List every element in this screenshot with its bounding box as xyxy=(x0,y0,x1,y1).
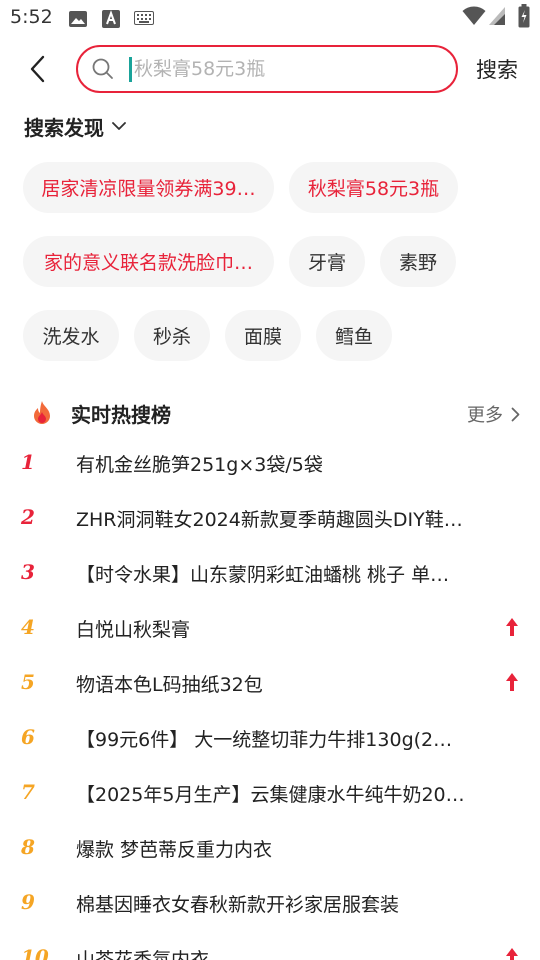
status-time: 5:52 xyxy=(10,6,53,28)
discover-chip[interactable]: 家的意义联名款洗脸巾… xyxy=(23,236,274,287)
discover-chip[interactable]: 面膜 xyxy=(225,310,301,361)
more-link[interactable]: 更多 xyxy=(467,401,520,427)
hot-list-item[interactable]: 3 【时令水果】山东蒙阴彩虹油蟠桃 桃子 单… xyxy=(0,560,540,615)
hot-list-header: 实时热搜榜 更多 xyxy=(30,398,520,428)
search-box[interactable] xyxy=(76,45,458,93)
hot-item-text: 爆款 梦芭蒂反重力内衣 xyxy=(76,839,273,861)
hot-item-text: 【时令水果】山东蒙阴彩虹油蟠桃 桃子 单… xyxy=(76,564,450,586)
hot-list-item[interactable]: 4 白悦山秋梨膏 xyxy=(0,615,540,670)
hot-list-item[interactable]: 1 有机金丝脆笋251g×3袋/5袋 xyxy=(0,450,540,505)
rank-number: 4 xyxy=(21,615,35,639)
flame-icon xyxy=(30,400,54,430)
hot-list-item[interactable]: 8 爆款 梦芭蒂反重力内衣 xyxy=(0,835,540,890)
hot-list-item[interactable]: 10 山茶花香氛内衣 xyxy=(0,945,540,960)
hot-list-item[interactable]: 7 【2025年5月生产】云集健康水牛纯牛奶20… xyxy=(0,780,540,835)
keyboard-notification-icon xyxy=(134,10,154,29)
hot-item-text: 物语本色L码抽纸32包 xyxy=(76,674,263,696)
discover-chip[interactable]: 素野 xyxy=(380,236,456,287)
trend-up-icon xyxy=(505,947,519,960)
back-button[interactable] xyxy=(22,50,52,88)
hot-list-title: 实时热搜榜 xyxy=(71,403,171,427)
rank-number: 6 xyxy=(21,725,35,749)
hot-item-text: 山茶花香氛内衣 xyxy=(76,949,210,960)
rank-number: 7 xyxy=(21,780,35,804)
discover-header[interactable]: 搜索发现 xyxy=(24,112,126,141)
discover-chip[interactable]: 秋梨膏58元3瓶 xyxy=(289,162,458,213)
rank-number: 5 xyxy=(21,670,35,694)
hot-item-text: ZHR洞洞鞋女2024新款夏季萌趣圆头DIY鞋… xyxy=(76,509,463,531)
discover-chip[interactable]: 秒杀 xyxy=(134,310,210,361)
rank-number: 2 xyxy=(21,505,35,529)
text-notification-icon xyxy=(102,10,120,32)
discover-chip[interactable]: 鳕鱼 xyxy=(316,310,392,361)
discover-title: 搜索发现 xyxy=(24,116,104,140)
search-icon xyxy=(91,57,115,81)
text-cursor xyxy=(129,56,132,82)
rank-number: 9 xyxy=(21,890,35,914)
wifi-icon xyxy=(462,6,486,30)
discover-chip[interactable]: 洗发水 xyxy=(23,310,119,361)
hot-list-item[interactable]: 9 棉基因睡衣女春秋新款开衫家居服套装 xyxy=(0,890,540,945)
trend-up-icon xyxy=(505,672,519,696)
chevron-right-icon xyxy=(511,407,520,422)
rank-number: 3 xyxy=(21,560,35,584)
search-input[interactable] xyxy=(134,58,414,80)
trend-up-icon xyxy=(505,617,519,641)
status-bar: 5:52 xyxy=(0,0,540,36)
rank-number: 10 xyxy=(21,945,49,960)
hot-item-text: 有机金丝脆笋251g×3袋/5袋 xyxy=(76,454,323,476)
hot-item-text: 【2025年5月生产】云集健康水牛纯牛奶20… xyxy=(76,784,465,806)
battery-icon xyxy=(518,4,530,32)
hot-item-text: 白悦山秋梨膏 xyxy=(76,619,191,641)
rank-number: 8 xyxy=(21,835,35,859)
chevron-down-icon xyxy=(112,122,126,131)
chevron-left-icon xyxy=(29,55,45,83)
hot-list-item[interactable]: 2 ZHR洞洞鞋女2024新款夏季萌趣圆头DIY鞋… xyxy=(0,505,540,560)
signal-icon xyxy=(488,6,506,30)
discover-chip[interactable]: 居家清凉限量领券满39… xyxy=(23,162,274,213)
search-button[interactable]: 搜索 xyxy=(476,54,518,84)
hot-list-item[interactable]: 5 物语本色L码抽纸32包 xyxy=(0,670,540,725)
hot-item-text: 【99元6件】 大一统整切菲力牛排130g(2… xyxy=(76,729,453,751)
hot-list-item[interactable]: 6 【99元6件】 大一统整切菲力牛排130g(2… xyxy=(0,725,540,780)
rank-number: 1 xyxy=(21,450,35,474)
gallery-notification-icon xyxy=(68,10,88,32)
discover-chip[interactable]: 牙膏 xyxy=(289,236,365,287)
hot-item-text: 棉基因睡衣女春秋新款开衫家居服套装 xyxy=(76,894,400,916)
